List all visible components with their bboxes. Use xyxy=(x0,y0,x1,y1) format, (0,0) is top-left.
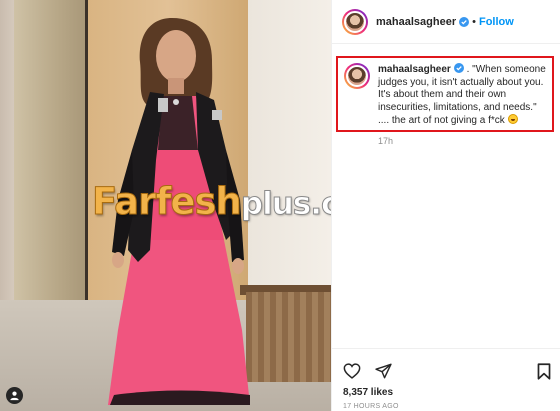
follow-button[interactable]: Follow xyxy=(479,16,514,28)
farfesh-watermark: Farfeshplus.com xyxy=(92,180,331,224)
heart-icon[interactable] xyxy=(343,363,361,379)
caption-time: 17h xyxy=(378,136,394,146)
post-photo[interactable]: Farfeshplus.com xyxy=(0,0,331,411)
post-side-panel: mahaalsagheer • Follow mahaalsagheer . "… xyxy=(331,0,560,411)
posted-time: 17 HOURS AGO xyxy=(343,403,399,410)
action-icons xyxy=(343,363,392,379)
post-actions: 8,357 likes xyxy=(332,348,560,411)
watermark-sub: plus.com xyxy=(240,186,331,223)
paper-plane-icon[interactable] xyxy=(375,363,392,379)
caption-avatar[interactable] xyxy=(344,63,370,89)
post-header: mahaalsagheer • Follow xyxy=(332,0,560,44)
caption: mahaalsagheer . "When someone judges you… xyxy=(344,63,549,128)
caption-text: mahaalsagheer . "When someone judges you… xyxy=(378,63,549,128)
bookmark-icon[interactable] xyxy=(537,363,551,380)
grinning-face-emoji xyxy=(507,114,518,125)
caption-username[interactable]: mahaalsagheer xyxy=(378,64,451,75)
verified-badge-icon xyxy=(453,63,464,73)
verified-badge-icon xyxy=(459,16,470,27)
header-username[interactable]: mahaalsagheer xyxy=(376,16,456,28)
user-tag-icon[interactable] xyxy=(6,387,23,404)
avatar[interactable] xyxy=(342,8,368,35)
likes-count[interactable]: 8,357 likes xyxy=(343,387,393,398)
separator-dot: • xyxy=(472,15,476,28)
watermark-main: Farfesh xyxy=(92,180,243,224)
